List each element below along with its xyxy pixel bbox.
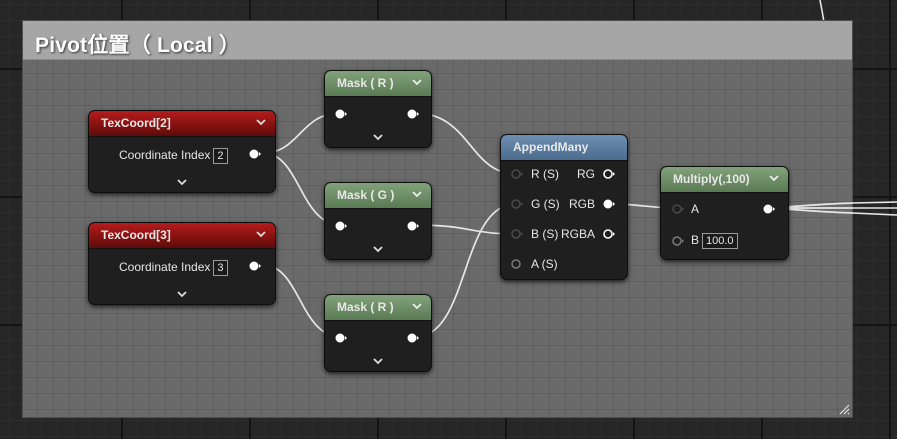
pin-icon[interactable] [335, 332, 347, 344]
mask-r-bottom-node[interactable]: Mask ( R ) [324, 294, 432, 372]
output-rg-label: RG [577, 167, 595, 181]
pin-icon[interactable] [407, 332, 419, 344]
node-title: Mask ( R ) [337, 300, 394, 314]
node-title: Mask ( G ) [337, 188, 395, 202]
mask-g-node[interactable]: Mask ( G ) [324, 182, 432, 260]
mask-g-header[interactable]: Mask ( G ) [325, 183, 431, 209]
pin-icon[interactable] [603, 168, 615, 180]
texcoord3-node[interactable]: TexCoord[3] Coordinate Index 3 [88, 222, 276, 305]
output-rgba-label: RGBA [560, 227, 595, 241]
pin-icon[interactable] [511, 168, 523, 180]
chevron-down-icon[interactable] [410, 187, 424, 201]
pin-icon[interactable] [511, 198, 523, 210]
chevron-down-icon[interactable] [176, 289, 188, 299]
chevron-down-icon[interactable] [176, 177, 188, 187]
node-title: Multiply(,100) [673, 172, 750, 186]
coordinate-index-value[interactable]: 3 [213, 260, 228, 276]
pin-icon[interactable] [335, 220, 347, 232]
node-title: AppendMany [513, 140, 589, 154]
pin-icon[interactable] [603, 228, 615, 240]
mask-r-header[interactable]: Mask ( R ) [325, 71, 431, 97]
pin-icon[interactable] [249, 260, 261, 272]
pin-icon[interactable] [407, 108, 419, 120]
chevron-down-icon[interactable] [767, 171, 781, 185]
coordinate-index-row: Coordinate Index 2 [119, 148, 228, 164]
pin-icon[interactable] [672, 203, 684, 215]
input-b-label: B [691, 233, 700, 247]
coordinate-index-label: Coordinate Index [119, 148, 211, 162]
resize-icon[interactable] [838, 403, 850, 415]
appendmany-node[interactable]: AppendMany R (S) G (S) B (S) A (S) RG RG… [500, 134, 628, 280]
pin-icon[interactable] [763, 203, 775, 215]
chevron-down-icon[interactable] [410, 299, 424, 313]
node-title: TexCoord[3] [101, 228, 171, 242]
node-title: Mask ( R ) [337, 76, 394, 90]
texcoord2-header[interactable]: TexCoord[2] [89, 111, 275, 137]
node-title: TexCoord[2] [101, 116, 171, 130]
output-rgb-label: RGB [568, 197, 595, 211]
input-a-label: A [691, 202, 700, 216]
pin-icon[interactable] [335, 108, 347, 120]
texcoord3-header[interactable]: TexCoord[3] [89, 223, 275, 249]
pin-icon[interactable] [249, 148, 261, 160]
pin-icon[interactable] [407, 220, 419, 232]
coordinate-index-label: Coordinate Index [119, 260, 211, 274]
comment-header[interactable]: Pivot位置（ Local ） [23, 21, 852, 60]
chevron-down-icon[interactable] [254, 115, 268, 129]
multiply-node[interactable]: Multiply(,100) A B 100.0 [660, 166, 789, 260]
coordinate-index-row: Coordinate Index 3 [119, 260, 228, 276]
chevron-down-icon[interactable] [372, 356, 384, 366]
chevron-down-icon[interactable] [254, 227, 268, 241]
multiply-header[interactable]: Multiply(,100) [661, 167, 788, 193]
b-value-field[interactable]: 100.0 [702, 233, 738, 249]
texcoord2-node[interactable]: TexCoord[2] Coordinate Index 2 [88, 110, 276, 193]
pin-icon[interactable] [511, 228, 523, 240]
chevron-down-icon[interactable] [410, 75, 424, 89]
pin-icon[interactable] [511, 258, 523, 270]
input-a-label: A (S) [531, 257, 558, 271]
chevron-down-icon[interactable] [372, 244, 384, 254]
appendmany-header[interactable]: AppendMany [501, 135, 627, 161]
pin-icon[interactable] [603, 198, 615, 210]
pin-icon[interactable] [672, 235, 684, 247]
chevron-down-icon[interactable] [372, 132, 384, 142]
coordinate-index-value[interactable]: 2 [213, 148, 228, 164]
mask-r-top-node[interactable]: Mask ( R ) [324, 70, 432, 148]
comment-title[interactable]: Pivot位置（ Local ） [35, 29, 240, 59]
mask-r-header[interactable]: Mask ( R ) [325, 295, 431, 321]
